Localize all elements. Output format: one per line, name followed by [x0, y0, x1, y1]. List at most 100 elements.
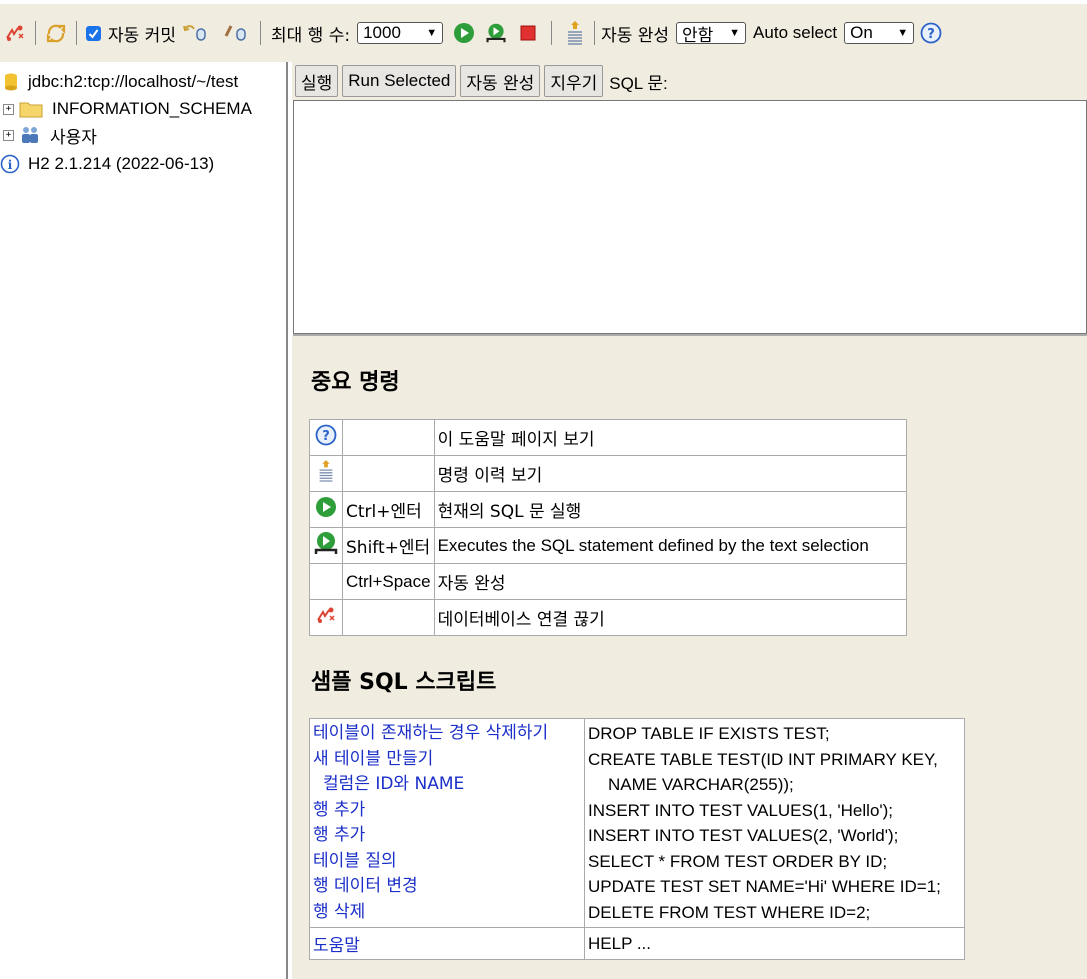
- sample-link[interactable]: 행 추가: [313, 798, 581, 824]
- sql-label: SQL 문:: [609, 73, 668, 93]
- toolbar-separator: [551, 21, 553, 45]
- run-icon: [316, 497, 336, 517]
- object-tree: jdbc:h2:tcp://localhost/~/test + INFORMA…: [0, 62, 288, 979]
- shortcut-cell: [342, 455, 435, 492]
- run-selected-icon: [314, 532, 338, 554]
- connection-url: jdbc:h2:tcp://localhost/~/test: [28, 72, 239, 91]
- autoselect-label: Auto select: [753, 23, 838, 42]
- history-icon[interactable]: [564, 21, 586, 45]
- commit-icon[interactable]: [221, 22, 251, 44]
- sql-line: DROP TABLE IF EXISTS TEST;: [588, 724, 830, 743]
- toolbar: 자동 커밋 최대 행 수: 1000 ▼ 자동 완성 안함 ▼ Auto sel…: [0, 0, 1087, 62]
- sql-line: CREATE TABLE TEST(ID INT PRIMARY KEY,: [588, 749, 938, 769]
- table-row: Shift+엔터 Executes the SQL statement defi…: [309, 527, 908, 564]
- tree-item-users[interactable]: + 사용자: [3, 123, 97, 147]
- users-icon: [22, 127, 38, 143]
- table-row: ? 이 도움말 페이지 보기: [309, 419, 908, 456]
- svg-text:?: ?: [322, 429, 330, 444]
- folder-icon: [19, 102, 43, 118]
- table-row: Ctrl+엔터 현재의 SQL 문 실행: [309, 491, 908, 528]
- autocommit-label: 자동 커밋: [108, 25, 176, 46]
- autoselect-select[interactable]: On ▼: [844, 22, 915, 44]
- table-row: 테이블이 존재하는 경우 삭제하기 새 테이블 만들기 컬럼은 ID와 NAME…: [309, 718, 965, 928]
- description-cell: 데이터베이스 연결 끊기: [433, 599, 908, 636]
- shortcut-cell: Ctrl+Space: [342, 563, 435, 600]
- help-icon[interactable]: ?: [920, 22, 942, 44]
- chevron-down-icon: ▼: [426, 27, 438, 39]
- max-rows-label: 최대 행 수:: [270, 25, 351, 46]
- info-icon: i: [0, 154, 20, 174]
- help-link[interactable]: 도움말: [309, 927, 585, 960]
- users-label: 사용자: [50, 127, 97, 147]
- sql-line: UPDATE TEST SET NAME='Hi' WHERE ID=1;: [588, 877, 941, 896]
- sql-editor[interactable]: [293, 100, 1087, 334]
- shortcut-cell: [342, 599, 435, 636]
- shortcut-cell: Ctrl+엔터: [342, 491, 435, 528]
- stop-icon[interactable]: [517, 22, 539, 44]
- sql-line: SELECT * FROM TEST ORDER BY ID;: [588, 851, 888, 871]
- clear-button[interactable]: 지우기: [544, 65, 604, 97]
- sample-link[interactable]: 행 삭제: [313, 900, 581, 926]
- chevron-down-icon: ▼: [897, 27, 909, 39]
- toolbar-separator: [594, 21, 596, 45]
- help-icon: ?: [315, 424, 337, 446]
- table-row: 데이터베이스 연결 끊기: [309, 599, 908, 636]
- max-rows-value: 1000: [363, 23, 401, 42]
- sql-line: DELETE FROM TEST WHERE ID=2;: [588, 902, 871, 922]
- shortcut-cell: [342, 419, 435, 456]
- rollback-icon[interactable]: [181, 22, 211, 44]
- chevron-down-icon: ▼: [729, 27, 741, 39]
- sql-line: NAME VARCHAR(255));: [608, 775, 794, 794]
- run-button[interactable]: 실행: [295, 65, 339, 97]
- version-label: H2 2.1.214 (2022-06-13): [28, 154, 215, 173]
- autoselect-value: On: [850, 23, 873, 42]
- table-row: 명령 이력 보기: [309, 455, 908, 492]
- sample-link[interactable]: 테이블이 존재하는 경우 삭제하기: [313, 721, 581, 747]
- description-cell: Executes the SQL statement defined by th…: [433, 527, 908, 564]
- sql-line: INSERT INTO TEST VALUES(1, 'Hello');: [588, 800, 894, 820]
- important-commands-title: 중요 명령: [311, 370, 400, 395]
- refresh-icon[interactable]: [45, 22, 67, 44]
- autocomplete-value: 안함: [682, 25, 714, 45]
- sample-link[interactable]: 행 추가: [313, 823, 581, 849]
- max-rows-select[interactable]: 1000 ▼: [357, 22, 444, 44]
- autocomplete-button[interactable]: 자동 완성: [460, 65, 541, 97]
- query-bar: 실행 Run Selected 자동 완성 지우기 SQL 문:: [292, 62, 1087, 100]
- sample-sql-table: 테이블이 존재하는 경우 삭제하기 새 테이블 만들기 컬럼은 ID와 NAME…: [309, 718, 965, 960]
- description-cell: 명령 이력 보기: [433, 455, 908, 492]
- sample-link[interactable]: 컬럼은 ID와 NAME: [313, 772, 581, 798]
- commands-table: ? 이 도움말 페이지 보기 명령 이력 보기 Ctrl+엔터 현재의 SQL …: [309, 419, 908, 636]
- sql-line: INSERT INTO TEST VALUES(2, 'World');: [588, 826, 899, 845]
- autocommit-checkbox[interactable]: [86, 25, 101, 41]
- sample-script-title: 샘플 SQL 스크립트: [311, 670, 497, 695]
- result-panel: 중요 명령 ? 이 도움말 페이지 보기 명령 이력 보기 Ctrl+엔터 현재…: [292, 336, 1087, 979]
- sample-link[interactable]: 새 테이블 만들기: [313, 747, 581, 773]
- database-icon: [5, 73, 17, 91]
- run-icon[interactable]: [453, 22, 475, 44]
- expand-icon[interactable]: +: [3, 129, 14, 141]
- tree-item-connection[interactable]: jdbc:h2:tcp://localhost/~/test: [4, 70, 238, 94]
- history-icon: [319, 460, 333, 482]
- sql-line: HELP ...: [584, 927, 965, 960]
- description-cell: 현재의 SQL 문 실행: [433, 491, 908, 528]
- disconnect-icon: [317, 607, 335, 623]
- shortcut-cell: Shift+엔터: [342, 527, 435, 564]
- toolbar-separator: [35, 21, 36, 45]
- expand-icon[interactable]: +: [3, 103, 14, 115]
- table-row: 도움말 HELP ...: [309, 927, 965, 960]
- run-selected-button[interactable]: Run Selected: [342, 65, 457, 97]
- svg-text:?: ?: [927, 27, 935, 42]
- autocomplete-select[interactable]: 안함 ▼: [676, 22, 747, 45]
- tree-item-information-schema[interactable]: + INFORMATION_SCHEMA: [3, 97, 252, 121]
- toolbar-separator: [259, 21, 261, 45]
- schema-label: INFORMATION_SCHEMA: [52, 99, 252, 118]
- sample-link[interactable]: 테이블 질의: [313, 849, 581, 875]
- autocomplete-label: 자동 완성: [601, 25, 670, 46]
- sample-link[interactable]: 행 데이터 변경: [313, 874, 581, 900]
- run-selected-icon[interactable]: [485, 22, 507, 44]
- tree-item-version: i H2 2.1.214 (2022-06-13): [0, 152, 214, 176]
- description-cell: 이 도움말 페이지 보기: [433, 419, 908, 456]
- toolbar-separator: [76, 21, 77, 45]
- description-cell: 자동 완성: [433, 563, 908, 600]
- disconnect-icon[interactable]: [4, 22, 26, 44]
